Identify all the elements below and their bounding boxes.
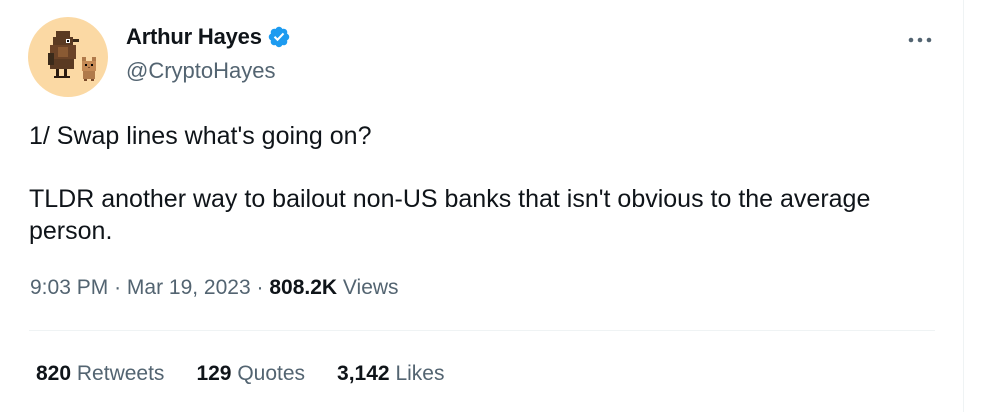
- tweet-line-2: TLDR another way to bailout non-US banks…: [29, 185, 871, 245]
- meta-separator: ·: [256, 276, 264, 299]
- tweet-time[interactable]: 9:03 PM: [30, 276, 108, 299]
- author-name-row: Arthur Hayes: [126, 24, 291, 50]
- avatar[interactable]: [28, 17, 108, 97]
- retweets-label: Retweets: [76, 362, 165, 385]
- views-label: Views: [342, 276, 399, 299]
- tweet-meta: 9:03 PM · Mar 19, 2023 · 808.2K Views: [30, 276, 399, 300]
- tweet-text: 1/ Swap lines what's going on? TLDR anot…: [29, 120, 909, 247]
- pixel-avatar-icon: [48, 31, 96, 81]
- tweet-card: Arthur Hayes @CryptoHayes 1/ Swap lines …: [0, 0, 964, 412]
- quotes-label: Quotes: [237, 362, 306, 385]
- more-options-icon: [908, 37, 932, 43]
- meta-separator: ·: [114, 276, 122, 299]
- divider: [29, 330, 935, 331]
- tweet-date[interactable]: Mar 19, 2023: [127, 276, 251, 299]
- author-display-name[interactable]: Arthur Hayes: [126, 24, 262, 50]
- likes-count: 3,142: [337, 362, 390, 385]
- verified-badge-icon[interactable]: [267, 25, 291, 49]
- retweets-stat[interactable]: 820 Retweets: [36, 362, 164, 386]
- retweets-count: 820: [36, 362, 72, 385]
- likes-stat[interactable]: 3,142 Likes: [337, 362, 444, 386]
- more-options-button[interactable]: [902, 26, 938, 54]
- quotes-stat[interactable]: 129 Quotes: [196, 362, 305, 386]
- engagement-stats: 820 Retweets 129 Quotes 3,142 Likes: [36, 362, 444, 386]
- views-count: 808.2K: [269, 276, 338, 299]
- likes-label: Likes: [395, 362, 445, 385]
- author-handle[interactable]: @CryptoHayes: [126, 58, 276, 84]
- tweet-line-1: 1/ Swap lines what's going on?: [29, 122, 372, 150]
- quotes-count: 129: [196, 362, 232, 385]
